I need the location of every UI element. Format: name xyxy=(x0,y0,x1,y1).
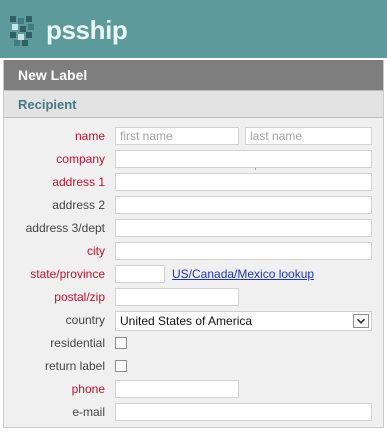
postal-label: postal/zip xyxy=(54,290,105,304)
new-label-panel: New Label Recipient name company address… xyxy=(3,60,384,428)
name-label: name xyxy=(74,129,105,143)
chevron-down-icon[interactable] xyxy=(353,314,369,328)
address2-label: address 2 xyxy=(52,198,105,212)
return-label-label: return label xyxy=(44,359,105,373)
address3-input[interactable] xyxy=(115,219,372,237)
residential-label: residential xyxy=(50,336,105,350)
state-label: state/province xyxy=(30,267,105,281)
residential-checkbox[interactable] xyxy=(115,337,127,349)
panel-title: New Label xyxy=(4,60,383,90)
app-header: psship xyxy=(0,0,387,58)
psship-logo: psship xyxy=(8,8,128,52)
city-label: city xyxy=(87,244,105,258)
phone-label: phone xyxy=(71,382,105,396)
country-select[interactable]: United States of America xyxy=(115,311,372,331)
company-label: company xyxy=(56,152,105,166)
recipient-section-header: Recipient xyxy=(4,90,383,118)
email-input[interactable] xyxy=(115,403,372,421)
state-input[interactable] xyxy=(115,265,165,283)
country-select-value: United States of America xyxy=(120,314,253,328)
last-name-input[interactable] xyxy=(245,127,372,145)
address2-input[interactable] xyxy=(115,196,372,214)
postal-input[interactable] xyxy=(115,288,239,306)
first-name-input[interactable] xyxy=(115,127,239,145)
city-input[interactable] xyxy=(115,242,372,260)
company-input[interactable] xyxy=(115,150,372,168)
address3-label: address 3/dept xyxy=(25,221,105,235)
logo-text: psship xyxy=(46,15,128,45)
address1-input[interactable] xyxy=(115,173,372,191)
us-canada-mexico-lookup-link[interactable]: US/Canada/Mexico lookup xyxy=(172,265,314,283)
recipient-form: name company address 1 address 2 address… xyxy=(4,118,383,428)
return-label-checkbox[interactable] xyxy=(115,360,127,372)
address1-label: address 1 xyxy=(52,175,105,189)
psship-logo-icon xyxy=(8,14,40,46)
phone-input[interactable] xyxy=(115,380,239,398)
country-label: country xyxy=(65,313,105,327)
email-label: e-mail xyxy=(72,405,105,419)
